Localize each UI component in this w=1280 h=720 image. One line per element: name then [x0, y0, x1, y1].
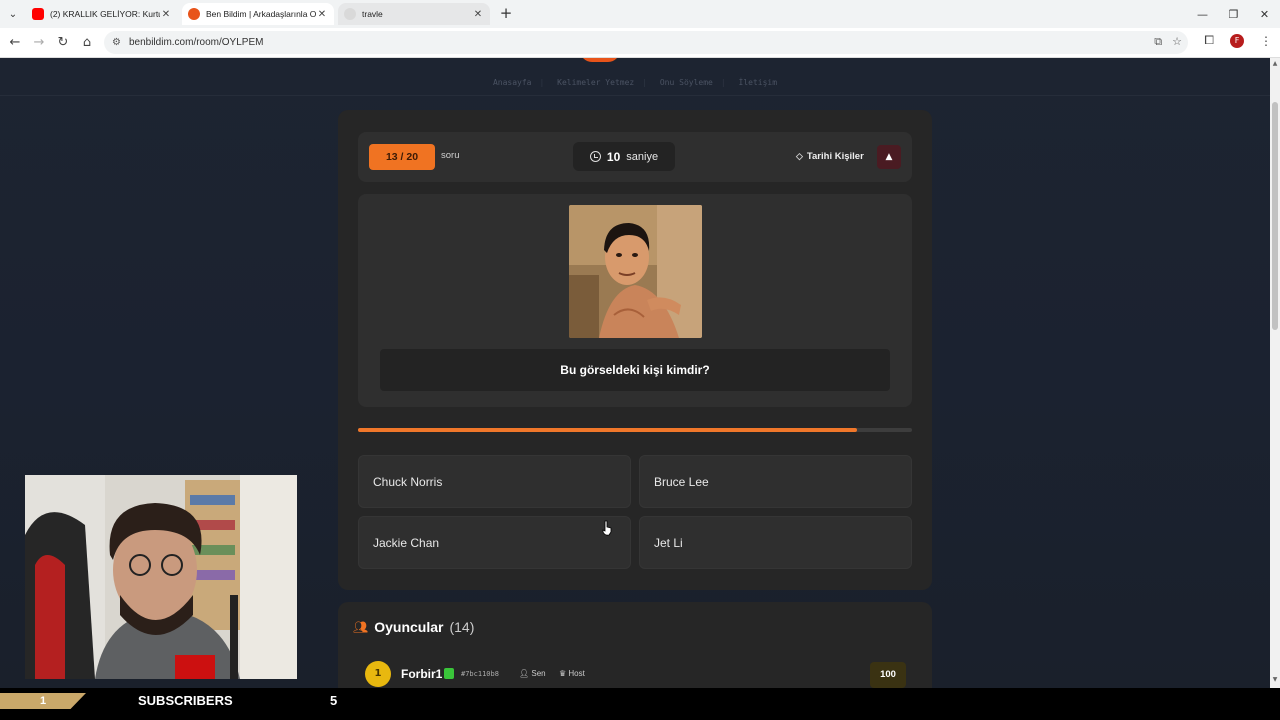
- verified-badge-icon: [444, 668, 454, 679]
- timer-unit: saniye: [626, 150, 659, 163]
- nav-divider: [0, 95, 1270, 96]
- webcam-overlay: [25, 475, 297, 679]
- nav-onu-soyleme-link[interactable]: Onu Söyleme: [660, 78, 713, 87]
- question-counter-suffix: soru: [441, 150, 460, 161]
- timer: 10 saniye: [573, 142, 675, 171]
- question-image: [569, 205, 702, 338]
- extensions-icon[interactable]: ⧠: [1204, 33, 1214, 48]
- benbildim-favicon-icon: [188, 8, 200, 20]
- reload-icon[interactable]: ↻: [51, 35, 75, 50]
- browser-tab-youtube[interactable]: (2) KRALLIK GELİYOR: Kurtuluş ✕: [26, 3, 178, 25]
- home-icon[interactable]: ⌂: [75, 35, 99, 50]
- mouse-cursor-icon: [602, 520, 612, 536]
- timer-value: 10: [606, 149, 621, 164]
- scrollbar-thumb[interactable]: [1272, 102, 1278, 330]
- install-app-icon[interactable]: ⧉: [1154, 35, 1162, 49]
- time-progress-fill: [358, 428, 857, 432]
- scroll-down-icon[interactable]: ▼: [1271, 676, 1279, 686]
- forward-icon[interactable]: →: [27, 35, 51, 50]
- window-controls: — ❐ ✕: [1187, 0, 1280, 28]
- player-you-label: 👤︎ Sen: [519, 669, 546, 678]
- tab-close-icon[interactable]: ✕: [316, 9, 328, 20]
- player-host-label: ♛ Host: [559, 669, 585, 678]
- users-icon: 👥︎: [353, 620, 369, 634]
- question-text: Bu görseldeki kişi kimdir?: [380, 349, 890, 391]
- youtube-favicon-icon: [32, 8, 44, 20]
- site-logo[interactable]: [580, 58, 620, 62]
- browser-toolbar: ← → ↻ ⌂ ⚙ benbildim.com/room/OYLPEM ⧉ ☆: [0, 28, 1280, 58]
- answer-option[interactable]: Bruce Lee: [639, 455, 912, 508]
- answer-option[interactable]: Jackie Chan: [358, 516, 631, 569]
- nav-kelimeler-link[interactable]: Kelimeler Yetmez: [557, 78, 634, 87]
- players-panel: 👥︎ Oyuncular (14) 1 Forbir1 #7bc110b8 👤︎…: [338, 602, 932, 688]
- player-score: 100: [870, 662, 906, 688]
- tab-title: Ben Bildim | Arkadaşlarınla Onl: [206, 9, 316, 19]
- tag-icon: ◇: [796, 151, 803, 161]
- scroll-up-icon[interactable]: ▲: [1271, 60, 1279, 70]
- question-counter: 13 / 20: [369, 144, 435, 170]
- tab-close-icon[interactable]: ✕: [472, 9, 484, 20]
- clock-icon: [589, 151, 601, 162]
- minimize-icon[interactable]: —: [1187, 8, 1218, 21]
- host-text: Host: [568, 669, 585, 678]
- tab-title: (2) KRALLIK GELİYOR: Kurtuluş: [50, 9, 160, 19]
- answer-option[interactable]: Chuck Norris: [358, 455, 631, 508]
- restore-icon[interactable]: ❐: [1218, 8, 1249, 21]
- url-text[interactable]: benbildim.com/room/OYLPEM: [129, 37, 264, 48]
- menu-kebab-icon[interactable]: ⋮: [1260, 34, 1272, 48]
- tab-title: travle: [362, 9, 383, 19]
- nav-home-link[interactable]: Anasayfa: [493, 78, 532, 87]
- address-bar[interactable]: ⚙ benbildim.com/room/OYLPEM ⧉ ☆: [104, 31, 1188, 54]
- nav-contact-link[interactable]: İletişim: [739, 78, 778, 87]
- player-rank: 1: [365, 661, 391, 687]
- new-tab-button[interactable]: +: [496, 4, 516, 24]
- subscriber-count: 1: [0, 693, 86, 709]
- subscriber-label: SUBSCRIBERS: [138, 693, 233, 708]
- back-icon[interactable]: ←: [3, 35, 27, 50]
- player-id: #7bc110b8: [461, 670, 499, 678]
- browser-tab-benbildim[interactable]: Ben Bildim | Arkadaşlarınla Onl ✕: [182, 3, 334, 25]
- subscriber-goal-bar: 1 SUBSCRIBERS 5: [0, 688, 1280, 720]
- travle-favicon-icon: [344, 8, 356, 20]
- browser-tab-travle[interactable]: travle ✕: [338, 3, 490, 25]
- players-header: 👥︎ Oyuncular (14): [353, 619, 474, 635]
- bookmark-star-icon[interactable]: ☆: [1172, 35, 1182, 49]
- time-progress-bar: [358, 428, 912, 432]
- question-body: Bu görseldeki kişi kimdir?: [358, 194, 912, 407]
- category-label: ◇ Tarihi Kişiler: [796, 151, 864, 162]
- person-photo: [569, 205, 702, 338]
- players-title: Oyuncular: [374, 619, 444, 635]
- question-header: 13 / 20 soru 10 saniye ◇ Tarihi Kişiler …: [358, 132, 912, 182]
- player-row: 1 Forbir1 #7bc110b8 👤︎ Sen ♛ Host 100: [353, 660, 917, 688]
- subscriber-goal: 5: [330, 693, 338, 708]
- webcam-feed: [25, 475, 297, 679]
- tab-search-button[interactable]: ⌄: [0, 9, 26, 20]
- close-window-icon[interactable]: ✕: [1249, 8, 1280, 21]
- site-nav: Anasayfa | Kelimeler Yetmez | Onu Söyleme |…: [492, 78, 778, 87]
- category-text: Tarihi Kişiler: [806, 151, 864, 162]
- profile-avatar-icon[interactable]: F: [1230, 33, 1244, 48]
- report-warning-button[interactable]: ▲: [877, 145, 901, 169]
- game-card: 13 / 20 soru 10 saniye ◇ Tarihi Kişiler …: [338, 110, 932, 590]
- page-scrollbar[interactable]: ▲ ▼: [1270, 58, 1280, 688]
- player-name: Forbir1: [401, 667, 443, 681]
- site-info-icon[interactable]: ⚙: [112, 37, 121, 48]
- you-text: Sen: [531, 669, 546, 678]
- browser-tab-bar: ⌄ (2) KRALLIK GELİYOR: Kurtuluş ✕ Ben Bi…: [0, 0, 1280, 28]
- extension-area: ⧠ F ⋮: [1204, 33, 1272, 48]
- answer-options: Chuck Norris Bruce Lee Jackie Chan Jet L…: [358, 455, 912, 569]
- answer-option[interactable]: Jet Li: [639, 516, 912, 569]
- tab-close-icon[interactable]: ✕: [160, 9, 172, 20]
- players-count: (14): [449, 619, 475, 635]
